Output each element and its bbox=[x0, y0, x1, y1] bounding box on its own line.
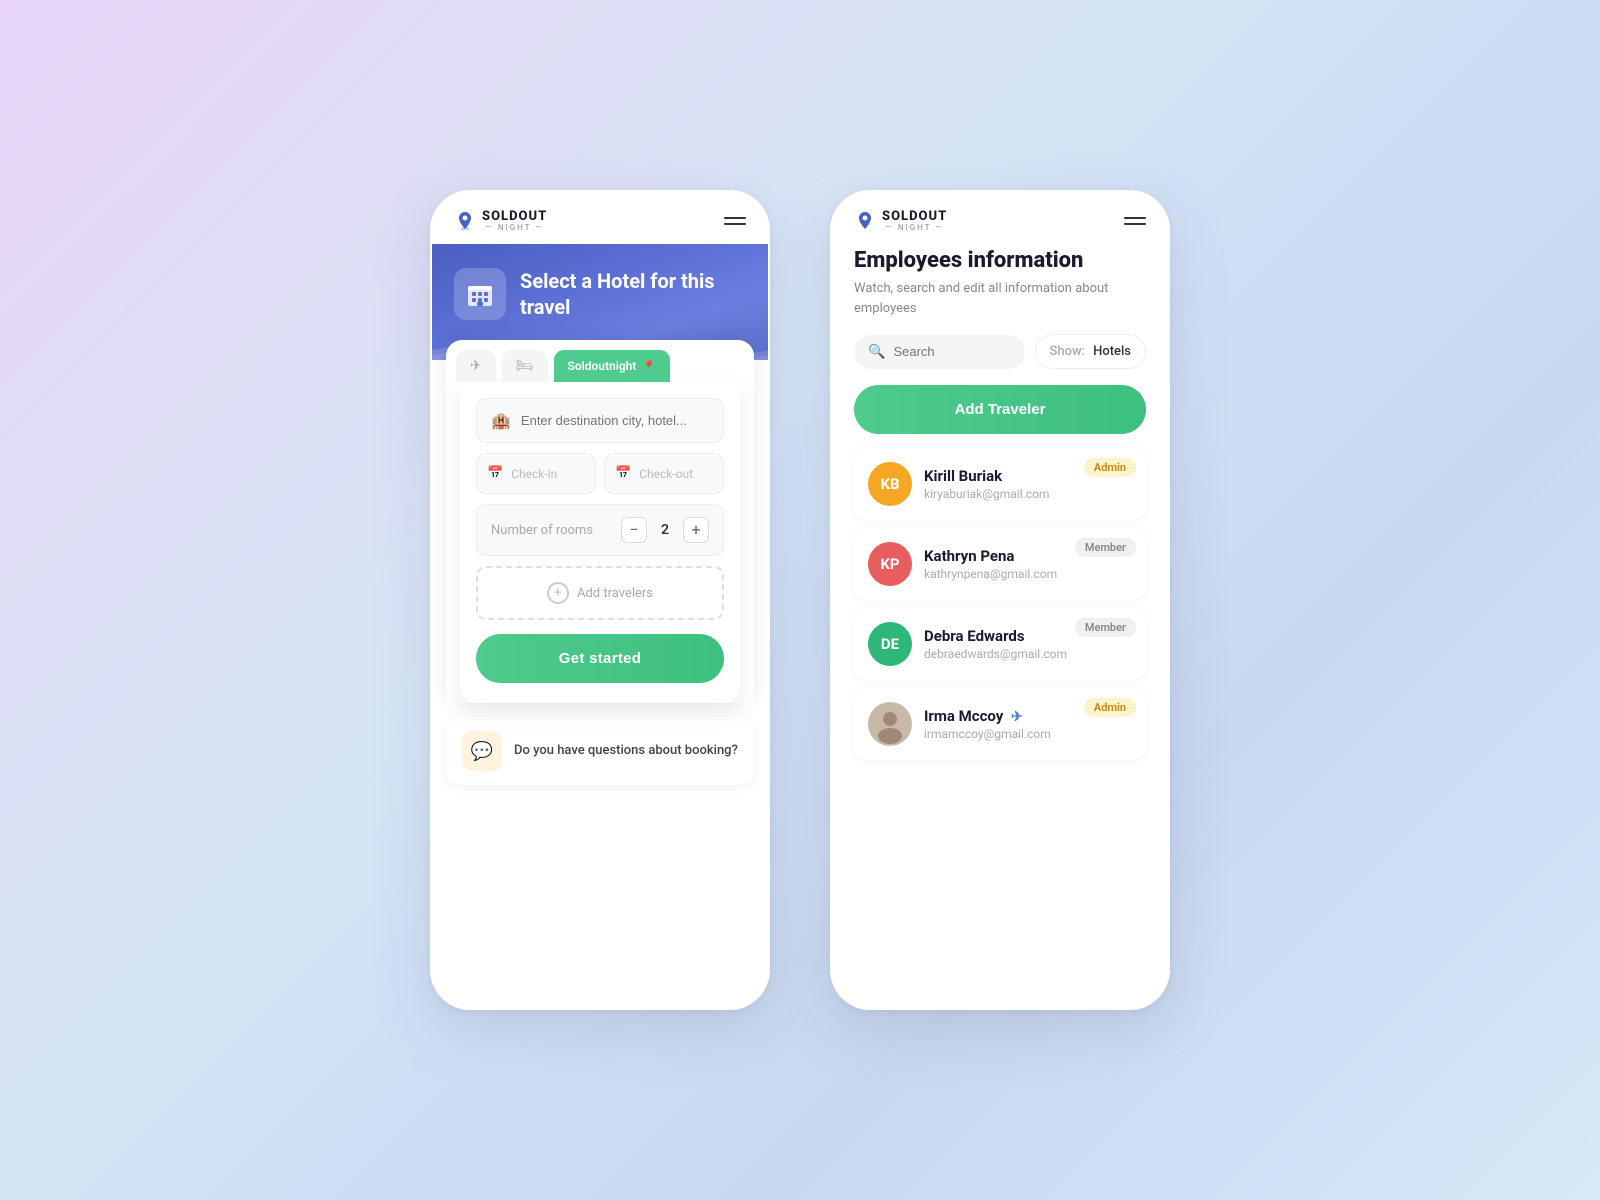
checkout-icon: 📅 bbox=[615, 466, 631, 481]
add-travelers-icon: + bbox=[547, 582, 569, 604]
badge-admin-kb: Admin bbox=[1084, 458, 1136, 477]
hamburger-menu-left[interactable] bbox=[724, 217, 746, 225]
employee-list: KB Kirill Buriak kiryaburiak@gmail.com A… bbox=[854, 448, 1146, 760]
bed-icon: 🛏 bbox=[516, 358, 534, 374]
logo-sub-right: — NIGHT — bbox=[882, 224, 947, 232]
logo-left: SOLDOUT — NIGHT — bbox=[454, 210, 547, 232]
add-traveler-button[interactable]: Add Traveler bbox=[854, 385, 1146, 434]
logo-pin-icon bbox=[454, 210, 476, 232]
employee-card-de[interactable]: DE Debra Edwards debraedwards@gmail.com … bbox=[854, 608, 1146, 680]
checkout-field[interactable]: 📅 Check-out bbox=[604, 453, 724, 494]
right-phone-header: SOLDOUT — NIGHT — bbox=[832, 192, 1168, 244]
rooms-label: Number of rooms bbox=[491, 523, 593, 538]
logo-text-right: SOLDOUT — NIGHT — bbox=[882, 210, 947, 232]
add-travelers-field[interactable]: + Add travelers bbox=[476, 566, 724, 620]
badge-member-kp: Member bbox=[1075, 538, 1136, 557]
logo-sub-left: — NIGHT — bbox=[482, 224, 547, 232]
show-value: Hotels bbox=[1093, 344, 1131, 359]
page-title: Employees information bbox=[854, 248, 1146, 273]
right-content: Employees information Watch, search and … bbox=[832, 244, 1168, 788]
rooms-row: Number of rooms − 2 + bbox=[476, 504, 724, 556]
employee-card-im[interactable]: Irma Mccoy ✈ irmamccoy@gmail.com Admin bbox=[854, 688, 1146, 760]
tabs-section: ✈ 🛏 Soldoutnight 📍 🏨 bbox=[446, 340, 754, 703]
show-filter[interactable]: Show: Hotels bbox=[1035, 334, 1146, 369]
badge-admin-im: Admin bbox=[1084, 698, 1136, 717]
search-input[interactable] bbox=[893, 344, 1010, 359]
rooms-count: 2 bbox=[657, 522, 673, 538]
phones-container: SOLDOUT — NIGHT — bbox=[430, 190, 1170, 1010]
avatar-de: DE bbox=[868, 622, 912, 666]
hero-content: Select a Hotel for this travel bbox=[454, 268, 746, 320]
logo-title-right: SOLDOUT bbox=[882, 210, 947, 223]
tab-soldoutnight-label: Soldoutnight bbox=[568, 359, 637, 373]
search-bar-row: 🔍 Show: Hotels bbox=[854, 334, 1146, 369]
flight-icon: ✈ bbox=[470, 358, 482, 374]
add-travelers-label: Add travelers bbox=[577, 586, 653, 601]
pin-tab-icon: 📍 bbox=[642, 360, 656, 373]
logo-text-left: SOLDOUT — NIGHT — bbox=[482, 210, 547, 232]
get-started-button[interactable]: Get started bbox=[476, 634, 724, 683]
show-label: Show: bbox=[1050, 344, 1086, 359]
employee-card-kb[interactable]: KB Kirill Buriak kiryaburiak@gmail.com A… bbox=[854, 448, 1146, 520]
checkin-field[interactable]: 📅 Check-in bbox=[476, 453, 596, 494]
flight-employee-icon: ✈ bbox=[1011, 709, 1023, 725]
rooms-decrease-button[interactable]: − bbox=[621, 517, 647, 543]
faq-section: 💬 Do you have questions about booking? bbox=[446, 717, 754, 785]
search-bar[interactable]: 🔍 bbox=[854, 335, 1025, 369]
avatar-kp: KP bbox=[868, 542, 912, 586]
faq-chat-icon: 💬 bbox=[471, 741, 493, 762]
hamburger-menu-right[interactable] bbox=[1124, 217, 1146, 225]
rooms-increase-button[interactable]: + bbox=[683, 517, 709, 543]
left-phone: SOLDOUT — NIGHT — bbox=[430, 190, 770, 1010]
form-container: ✈ 🛏 Soldoutnight 📍 🏨 bbox=[432, 340, 768, 703]
tab-soldoutnight[interactable]: Soldoutnight 📍 bbox=[554, 350, 671, 382]
employee-email-kp: kathrynpena@gmail.com bbox=[924, 567, 1132, 581]
employee-email-de: debraedwards@gmail.com bbox=[924, 647, 1132, 661]
logo-right: SOLDOUT — NIGHT — bbox=[854, 210, 947, 232]
left-phone-header: SOLDOUT — NIGHT — bbox=[432, 192, 768, 244]
badge-member-de: Member bbox=[1075, 618, 1136, 637]
logo-title-left: SOLDOUT bbox=[482, 210, 547, 223]
form-section: 🏨 📅 Check-in 📅 Check-out bbox=[460, 382, 740, 703]
checkout-label: Check-out bbox=[639, 467, 693, 481]
avatar-photo-svg bbox=[868, 702, 912, 746]
faq-text: Do you have questions about booking? bbox=[514, 742, 738, 760]
right-phone: SOLDOUT — NIGHT — Employees information … bbox=[830, 190, 1170, 1010]
rooms-controls: − 2 + bbox=[621, 517, 709, 543]
checkin-icon: 📅 bbox=[487, 466, 503, 481]
faq-icon-box: 💬 bbox=[462, 731, 502, 771]
tab-hotels[interactable]: 🛏 bbox=[502, 350, 548, 382]
employee-card-kp[interactable]: KP Kathryn Pena kathrynpena@gmail.com Me… bbox=[854, 528, 1146, 600]
avatar-kb: KB bbox=[868, 462, 912, 506]
search-icon: 🔍 bbox=[868, 344, 885, 360]
destination-icon: 🏨 bbox=[491, 411, 511, 430]
avatar-im bbox=[868, 702, 912, 746]
tabs-row: ✈ 🛏 Soldoutnight 📍 bbox=[446, 340, 754, 382]
page-subtitle: Watch, search and edit all information a… bbox=[854, 279, 1146, 318]
checkin-label: Check-in bbox=[511, 467, 557, 481]
destination-field[interactable]: 🏨 bbox=[476, 398, 724, 443]
date-row: 📅 Check-in 📅 Check-out bbox=[476, 453, 724, 494]
tab-flights[interactable]: ✈ bbox=[456, 350, 496, 382]
logo-pin-icon-right bbox=[854, 210, 876, 232]
hero-title: Select a Hotel for this travel bbox=[520, 268, 746, 320]
hotel-icon-box bbox=[454, 268, 506, 320]
hotel-building-icon bbox=[464, 278, 496, 310]
destination-input[interactable] bbox=[521, 413, 709, 428]
employee-email-im: irmamccoy@gmail.com bbox=[924, 727, 1132, 741]
employee-email-kb: kiryaburiak@gmail.com bbox=[924, 487, 1132, 501]
